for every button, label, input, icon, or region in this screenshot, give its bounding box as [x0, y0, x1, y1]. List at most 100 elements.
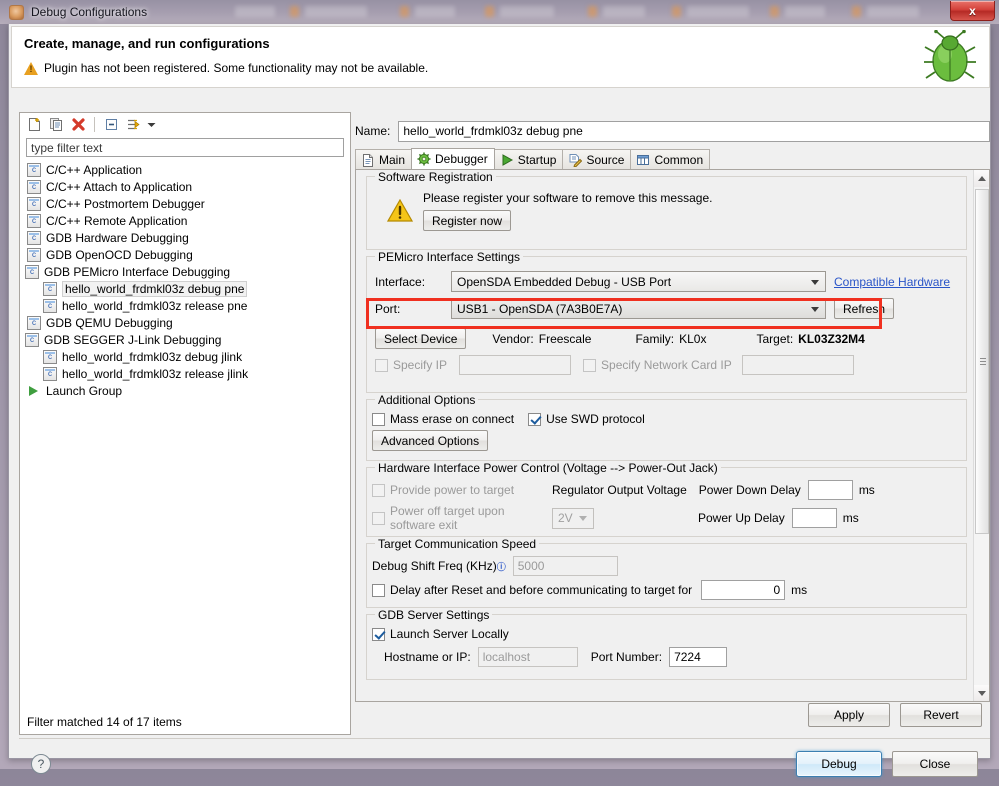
interface-combobox[interactable]: OpenSDA Embedded Debug - USB Port: [451, 271, 826, 292]
family-label: Family:: [635, 331, 675, 346]
launch-server-locally-checkbox[interactable]: Launch Server Locally: [372, 627, 509, 641]
specify-ip-checkbox[interactable]: Specify IP: [375, 358, 447, 372]
tab-label: Debugger: [435, 152, 488, 166]
duplicate-configuration-icon[interactable]: [46, 115, 66, 134]
warning-triangle-icon: [24, 61, 38, 75]
specify-network-card-ip-input[interactable]: [741, 355, 854, 375]
tree-item[interactable]: c C/C++ Application: [21, 161, 349, 178]
chevron-down-icon: [811, 306, 819, 312]
window-close-button[interactable]: x: [950, 1, 995, 21]
collapse-all-icon[interactable]: [101, 115, 121, 134]
delete-configuration-icon[interactable]: [68, 115, 88, 134]
tab-bar: Main Debugger Startup Source Common: [355, 148, 990, 170]
refresh-button[interactable]: Refresh: [834, 298, 895, 319]
power-row-1: Provide power to target Regulator Output…: [372, 480, 958, 500]
apply-button[interactable]: Apply: [808, 703, 890, 727]
warning-triangle-icon: [386, 198, 414, 222]
port-number-input[interactable]: [669, 647, 728, 667]
select-device-button[interactable]: Select Device: [375, 328, 467, 349]
provide-power-checkbox[interactable]: Provide power to target: [372, 483, 552, 497]
regulator-voltage-combobox[interactable]: 2V: [552, 507, 594, 529]
interface-value: OpenSDA Embedded Debug - USB Port: [457, 274, 672, 289]
port-value: USB1 - OpenSDA (7A3B0E7A): [457, 301, 623, 316]
specify-ip-input[interactable]: [459, 355, 572, 375]
tree-item-label: GDB Hardware Debugging: [46, 230, 189, 245]
hostname-input[interactable]: [477, 647, 578, 667]
port-combobox[interactable]: USB1 - OpenSDA (7A3B0E7A): [451, 298, 826, 319]
play-icon: [500, 153, 514, 167]
compatible-hardware-link[interactable]: Compatible Hardware: [834, 275, 950, 289]
config-name-input[interactable]: [398, 120, 990, 142]
settings-vertical-scrollbar[interactable]: [973, 170, 989, 701]
tree-item[interactable]: c GDB QEMU Debugging: [21, 314, 349, 331]
delay-after-reset-input[interactable]: [701, 580, 786, 600]
register-now-button[interactable]: Register now: [423, 210, 512, 231]
tree-item-label: C/C++ Attach to Application: [46, 179, 193, 194]
mass-erase-checkbox[interactable]: Mass erase on connect: [372, 412, 514, 426]
c-config-icon: c: [43, 281, 57, 296]
use-swd-checkbox[interactable]: Use SWD protocol: [528, 412, 645, 426]
c-config-icon: c: [43, 298, 57, 313]
filter-input[interactable]: [26, 138, 344, 157]
help-icon[interactable]: ?: [31, 754, 51, 774]
checkbox-box: [375, 358, 388, 372]
expander-arrow-icon[interactable]: [21, 334, 24, 345]
info-icon[interactable]: ⓘ: [497, 560, 506, 573]
tab-common[interactable]: Common: [630, 149, 711, 169]
scrollbar-thumb[interactable]: [975, 189, 989, 534]
tab-source[interactable]: Source: [562, 149, 632, 169]
tree-item[interactable]: c C/C++ Postmortem Debugger: [21, 195, 349, 212]
c-config-icon: c: [43, 366, 57, 381]
tree-item[interactable]: c GDB PEMicro Interface Debugging: [21, 263, 349, 280]
launch-server-locally-label: Launch Server Locally: [390, 627, 509, 641]
configuration-editor-panel: Name: Main Debugger Startup Source Common So…: [355, 112, 990, 735]
expander-arrow-icon[interactable]: [21, 266, 24, 277]
use-swd-label: Use SWD protocol: [546, 412, 645, 426]
checkbox-box: [528, 412, 542, 426]
debug-button[interactable]: Debug: [796, 751, 882, 777]
specify-ip-label: Specify IP: [393, 358, 448, 372]
tree-item-label: GDB QEMU Debugging: [46, 315, 173, 330]
tree-item[interactable]: c C/C++ Attach to Application: [21, 178, 349, 195]
configurations-tree[interactable]: c C/C++ Application c C/C++ Attach to Appli…: [21, 161, 349, 685]
software-registration-message: Please register your software to remove …: [423, 191, 713, 205]
power-down-delay-input[interactable]: [807, 480, 853, 500]
tree-item-label: GDB PEMicro Interface Debugging: [44, 264, 231, 279]
target-value: KL03Z32M4: [798, 331, 865, 346]
dialog-body: Create, manage, and run configurations P…: [8, 24, 991, 777]
shift-freq-input[interactable]: [512, 556, 618, 576]
chevron-down-icon: [811, 279, 819, 285]
chevron-down-icon[interactable]: [145, 115, 158, 134]
advanced-options-button[interactable]: Advanced Options: [372, 430, 489, 451]
filter-status-text: Filter matched 14 of 17 items: [27, 715, 182, 729]
tree-item[interactable]: c GDB Hardware Debugging: [21, 229, 349, 246]
tab-startup[interactable]: Startup: [493, 149, 564, 169]
tab-main[interactable]: Main: [355, 149, 413, 169]
new-configuration-icon[interactable]: [24, 115, 44, 134]
tree-item-label: C/C++ Application: [46, 162, 143, 177]
target-communication-speed-group: Target Communication Speed Debug Shift F…: [366, 537, 967, 608]
tree-item[interactable]: c C/C++ Remote Application: [21, 212, 349, 229]
power-up-delay-input[interactable]: [791, 508, 837, 528]
tree-item[interactable]: c hello_world_frdmkl03z debug jlink: [21, 348, 349, 365]
tree-item[interactable]: c hello_world_frdmkl03z release jlink: [21, 365, 349, 382]
tree-item[interactable]: c GDB SEGGER J-Link Debugging: [21, 331, 349, 348]
shift-freq-row: Debug Shift Freq (KHz) ⓘ: [372, 556, 958, 576]
tree-item[interactable]: c hello_world_frdmkl03z debug pne: [21, 280, 349, 297]
tab-label: Common: [654, 152, 704, 167]
tree-item[interactable]: Launch Group: [21, 382, 349, 399]
power-off-on-exit-checkbox[interactable]: Power off target upon software exit: [372, 504, 552, 532]
close-button[interactable]: Close: [892, 751, 978, 777]
delay-after-reset-checkbox[interactable]: Delay after Reset and before communicati…: [372, 583, 692, 597]
tree-item[interactable]: c hello_world_frdmkl03z release pne: [21, 297, 349, 314]
c-config-icon: c: [43, 349, 57, 364]
revert-button[interactable]: Revert: [900, 703, 982, 727]
green-bug-icon: [924, 30, 976, 82]
filter-configurations-icon[interactable]: [123, 115, 143, 134]
tree-item-label: hello_world_frdmkl03z release jlink: [62, 366, 249, 381]
tree-item[interactable]: c GDB OpenOCD Debugging: [21, 246, 349, 263]
specify-network-card-ip-checkbox[interactable]: Specify Network Card IP: [583, 358, 732, 372]
tab-debugger[interactable]: Debugger: [411, 148, 495, 169]
hostname-port-row: Hostname or IP: Port Number:: [372, 647, 958, 667]
scroll-up-arrow-icon[interactable]: [974, 170, 989, 187]
